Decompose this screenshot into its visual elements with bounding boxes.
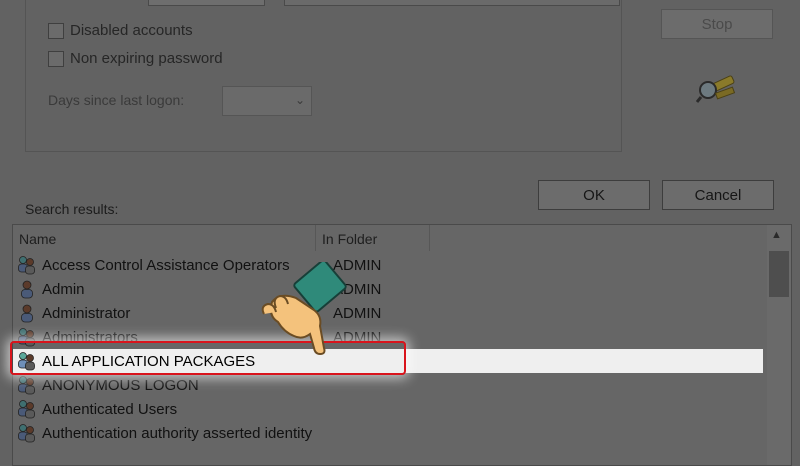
search-results-list[interactable]: Name In Folder Access Control Assistance…	[12, 224, 792, 466]
disabled-accounts-label: Disabled accounts	[70, 22, 193, 39]
results-header: Name In Folder	[13, 225, 763, 251]
table-row[interactable]: ALL APPLICATION PACKAGES	[13, 349, 763, 373]
vertical-scrollbar[interactable]: ▲	[767, 225, 791, 465]
non-expiring-password-label: Non expiring password	[70, 50, 223, 67]
table-row[interactable]: Administrator ADMIN	[13, 301, 763, 325]
table-row[interactable]: Authentication authority asserted identi…	[13, 421, 763, 445]
search-people-icon	[696, 75, 736, 103]
user-icon	[21, 304, 33, 323]
ok-button[interactable]: OK	[538, 180, 650, 210]
row-name: Authenticated Users	[42, 400, 178, 418]
group-icon	[18, 328, 35, 347]
table-row[interactable]: Authenticated Users	[13, 397, 763, 421]
user-icon	[21, 280, 33, 299]
non-expiring-password-option[interactable]: Non expiring password	[48, 50, 223, 67]
column-header-name[interactable]: Name	[13, 225, 316, 251]
non-expiring-password-checkbox[interactable]	[48, 50, 64, 67]
group-icon	[18, 352, 35, 371]
group-icon	[18, 400, 35, 419]
search-results-label: Search results:	[25, 201, 119, 217]
group-icon	[18, 256, 35, 275]
stop-button[interactable]: Stop	[661, 9, 773, 39]
days-since-last-logon-label: Days since last logon:	[48, 92, 185, 108]
days-since-last-logon-select[interactable]: ⌄	[222, 86, 312, 116]
cancel-button[interactable]: Cancel	[662, 180, 774, 210]
disabled-accounts-checkbox[interactable]	[48, 22, 64, 39]
scroll-up-icon[interactable]: ▲	[771, 229, 782, 241]
row-name: ANONYMOUS LOGON	[42, 376, 199, 394]
table-row[interactable]: ANONYMOUS LOGON	[13, 373, 763, 397]
row-name: Authentication authority asserted identi…	[42, 424, 313, 442]
group-icon	[18, 376, 35, 395]
scroll-thumb[interactable]	[769, 251, 789, 297]
chevron-down-icon: ⌄	[294, 93, 305, 107]
column-header-in-folder[interactable]: In Folder	[316, 225, 430, 251]
group-icon	[18, 424, 35, 443]
disabled-accounts-option[interactable]: Disabled accounts	[48, 22, 193, 39]
table-row[interactable]: Access Control Assistance Operators ADMIN	[13, 253, 763, 277]
hand-pointer-icon	[261, 262, 347, 356]
table-row[interactable]: Admin ADMIN	[13, 277, 763, 301]
results-rows: Access Control Assistance Operators ADMIN…	[13, 253, 763, 445]
table-row[interactable]: Administrators ADMIN	[13, 325, 763, 349]
